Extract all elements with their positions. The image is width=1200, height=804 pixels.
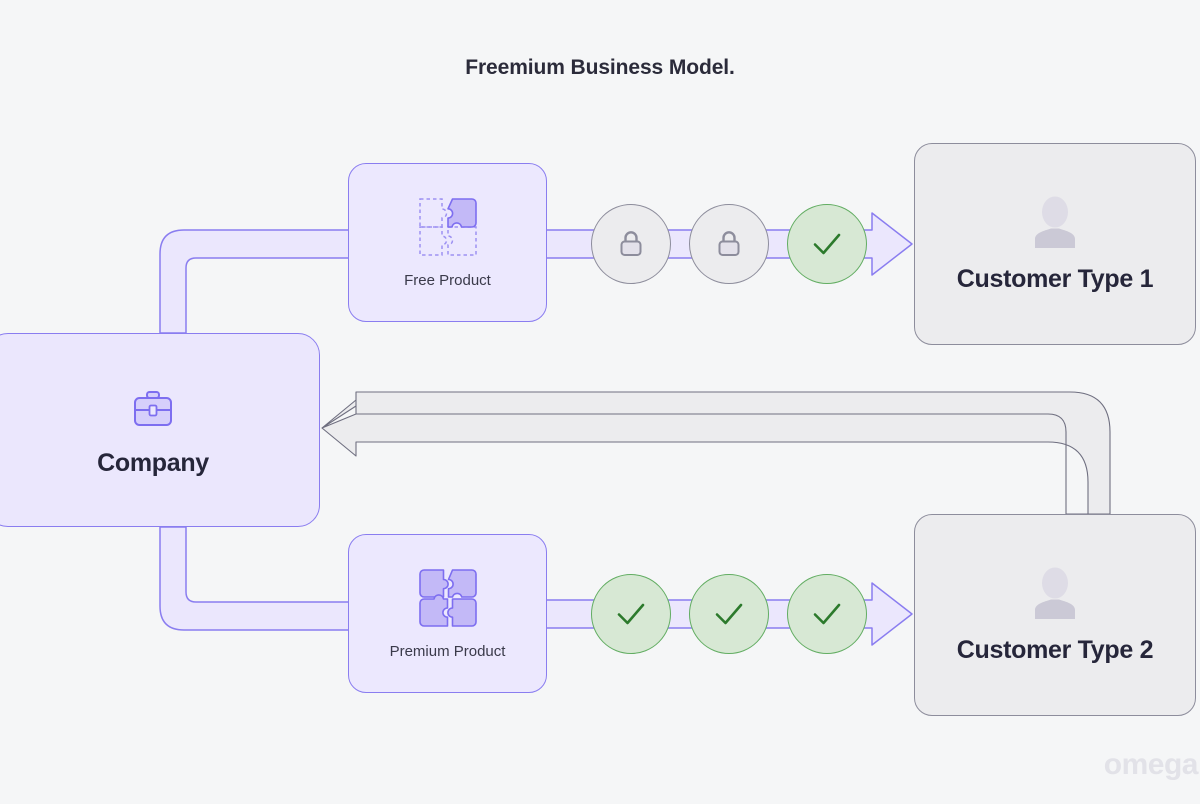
feature-free-3-included[interactable] [787,204,867,284]
edge-customer-type-2-to-company [321,391,1111,515]
feature-free-1-locked[interactable] [591,204,671,284]
node-customer-type-2-label: Customer Type 2 [956,635,1154,664]
page-title: Freemium Business Model. [465,56,735,79]
briefcase-icon [128,383,178,433]
feature-premium-1-included[interactable] [591,574,671,654]
lock-icon [614,227,648,261]
node-customer-type-2[interactable]: Customer Type 2 [914,514,1196,716]
person-icon [1029,566,1081,620]
diagram-canvas: Freemium Business Model. Company Free Pr… [0,0,1200,804]
node-premium-product-label: Premium Product [389,643,506,660]
node-customer-type-1[interactable]: Customer Type 1 [914,143,1196,345]
node-company[interactable]: Company [0,333,320,527]
node-free-product-label: Free Product [404,272,491,289]
feature-premium-2-included[interactable] [689,574,769,654]
person-icon [1029,195,1081,249]
puzzle-complete-icon [417,567,479,629]
check-icon [806,223,848,265]
omega-watermark: omega [1103,748,1199,781]
node-customer-type-1-label: Customer Type 1 [956,264,1154,293]
node-premium-product[interactable]: Premium Product [348,534,547,693]
edge-company-to-premium-product [159,526,351,631]
node-company-label: Company [97,448,209,477]
lock-icon [712,227,746,261]
puzzle-partial-icon [417,196,479,258]
check-icon [610,593,652,635]
node-free-product[interactable]: Free Product [348,163,547,322]
feature-premium-3-included[interactable] [787,574,867,654]
feature-free-2-locked[interactable] [689,204,769,284]
edge-company-to-free-product [159,229,351,334]
check-icon [806,593,848,635]
check-icon [708,593,750,635]
